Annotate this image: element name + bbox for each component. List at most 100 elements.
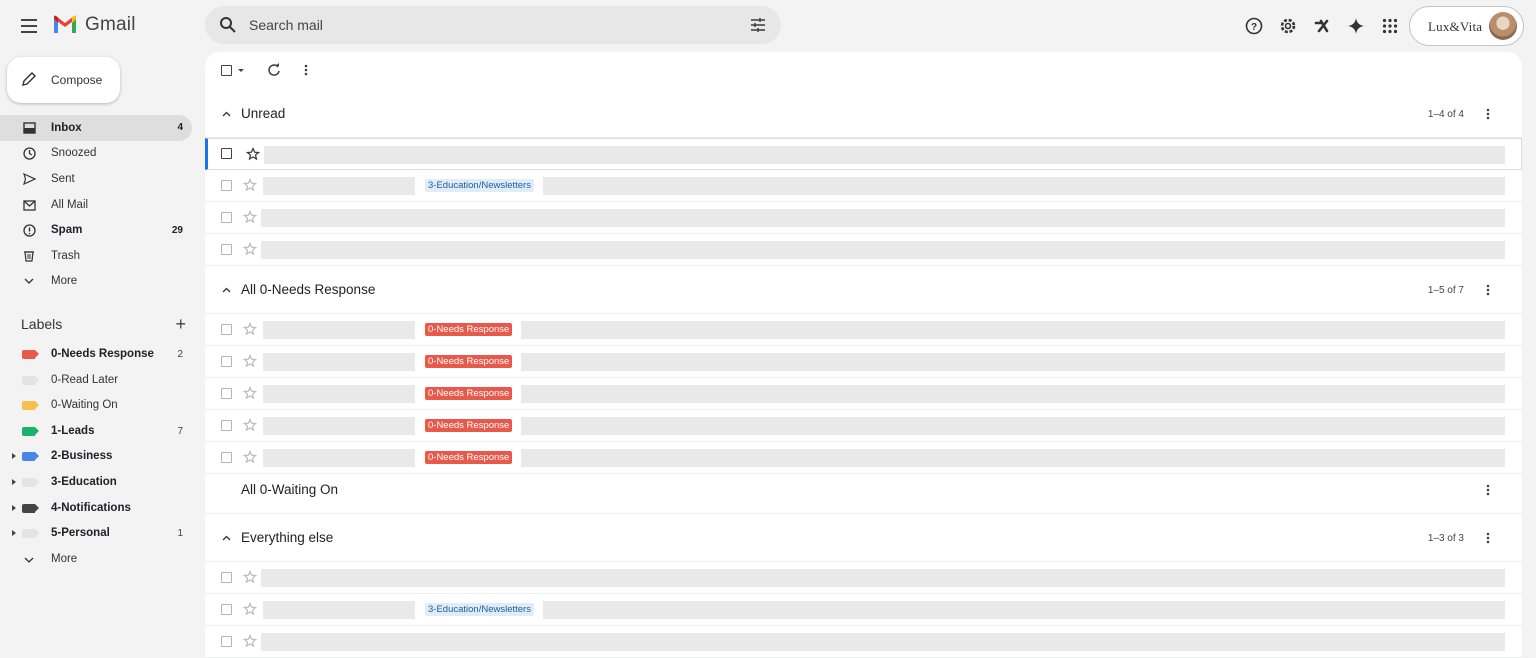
table-row[interactable]: 0-Needs Response [205, 378, 1522, 410]
label-chip[interactable]: 0-Needs Response [425, 387, 513, 400]
star-icon[interactable] [243, 210, 257, 224]
nav-item-label: Sent [51, 172, 75, 185]
labels-list: 0-Needs Response 2 0-Read Later 0-Waiting O… [0, 342, 192, 572]
label-item[interactable]: 0-Waiting On [0, 393, 192, 419]
section-header[interactable]: Everything else 1–3 of 3 [205, 514, 1522, 562]
section-options-icon[interactable] [1481, 531, 1495, 545]
star-icon[interactable] [243, 354, 257, 368]
subject-placeholder [521, 353, 1505, 371]
select-dropdown-icon[interactable] [238, 69, 244, 72]
row-checkbox[interactable] [221, 420, 232, 431]
label-tag-icon [22, 503, 39, 513]
section-header[interactable]: All 0-Waiting On [205, 466, 1522, 514]
search-input[interactable] [249, 15, 729, 35]
star-icon[interactable] [243, 322, 257, 336]
table-row[interactable] [205, 234, 1522, 266]
chevron-down-icon [22, 275, 36, 289]
table-row[interactable] [205, 562, 1522, 594]
settings-icon[interactable] [1276, 14, 1300, 38]
more-options-icon[interactable] [299, 63, 313, 77]
main-menu-button[interactable] [17, 14, 41, 38]
table-row[interactable]: 0-Needs Response [205, 314, 1522, 346]
search-icon[interactable] [219, 16, 237, 34]
nav-item-spam[interactable]: Spam 29 [0, 217, 192, 243]
google-apps-icon[interactable] [1378, 14, 1402, 38]
nav-item-more[interactable]: More [0, 269, 192, 295]
label-chip[interactable]: 3-Education/Newsletters [425, 179, 534, 192]
expand-arrow-icon[interactable] [12, 504, 16, 511]
row-checkbox[interactable] [221, 356, 232, 367]
compose-button[interactable]: Compose [7, 57, 120, 103]
section-options-icon[interactable] [1481, 483, 1495, 497]
nav-item-all-mail[interactable]: All Mail [0, 192, 192, 218]
row-checkbox[interactable] [221, 572, 232, 583]
star-icon[interactable] [243, 450, 257, 464]
label-chip[interactable]: 0-Needs Response [425, 419, 513, 432]
section-header[interactable]: Unread 1–4 of 4 [205, 90, 1522, 138]
table-row[interactable]: 3-Education/Newsletters [205, 170, 1522, 202]
collapse-chevron-icon[interactable] [222, 287, 231, 293]
add-label-button[interactable]: + [175, 314, 186, 335]
row-checkbox[interactable] [221, 212, 232, 223]
star-icon[interactable] [243, 634, 257, 648]
label-item[interactable]: 5-Personal 1 [0, 521, 192, 547]
chevron-down-icon [24, 555, 34, 567]
label-item[interactable]: 0-Read Later [0, 368, 192, 394]
gmail-logo[interactable]: Gmail [52, 14, 136, 36]
search-options-icon[interactable] [749, 16, 767, 34]
nav-item-snoozed[interactable]: Snoozed [0, 141, 192, 167]
section-header[interactable]: All 0-Needs Response 1–5 of 7 [205, 266, 1522, 314]
star-icon[interactable] [243, 178, 257, 192]
star-icon[interactable] [243, 570, 257, 584]
label-tag-icon [22, 375, 39, 385]
label-item[interactable]: 4-Notifications [0, 496, 192, 522]
star-icon[interactable] [243, 602, 257, 616]
label-chip[interactable]: 0-Needs Response [425, 323, 513, 336]
row-checkbox[interactable] [221, 604, 232, 615]
nav-item-inbox[interactable]: Inbox 4 [0, 115, 192, 141]
label-item[interactable]: 2-Business [0, 444, 192, 470]
section-options-icon[interactable] [1481, 107, 1495, 121]
label-item[interactable]: 3-Education [0, 470, 192, 496]
refresh-icon[interactable] [267, 63, 281, 77]
label-name: 0-Needs Response [51, 348, 154, 360]
label-item[interactable]: 1-Leads 7 [0, 419, 192, 445]
label-chip[interactable]: 0-Needs Response [425, 355, 513, 368]
account-button[interactable]: Lux&Vita [1409, 6, 1524, 46]
table-row[interactable]: 0-Needs Response [205, 410, 1522, 442]
apps-script-icon[interactable] [1310, 14, 1334, 38]
table-row[interactable]: 0-Needs Response [205, 346, 1522, 378]
nav-item-label: Trash [51, 249, 80, 262]
label-chip[interactable]: 0-Needs Response [425, 451, 513, 464]
expand-arrow-icon[interactable] [12, 530, 16, 537]
table-row[interactable] [205, 138, 1522, 170]
table-row[interactable] [205, 626, 1522, 658]
row-checkbox[interactable] [221, 636, 232, 647]
collapse-chevron-icon[interactable] [222, 535, 231, 541]
subject-placeholder [543, 177, 1505, 195]
star-icon[interactable] [243, 386, 257, 400]
star-icon[interactable] [243, 242, 257, 256]
row-checkbox[interactable] [221, 148, 232, 159]
table-row[interactable] [205, 202, 1522, 234]
nav-item-sent[interactable]: Sent [0, 166, 192, 192]
gemini-icon[interactable] [1344, 14, 1368, 38]
label-item[interactable]: 0-Needs Response 2 [0, 342, 192, 368]
expand-arrow-icon[interactable] [12, 453, 16, 460]
star-icon[interactable] [243, 418, 257, 432]
expand-arrow-icon[interactable] [12, 478, 16, 485]
row-checkbox[interactable] [221, 180, 232, 191]
help-icon[interactable]: ? [1242, 14, 1266, 38]
row-checkbox[interactable] [221, 324, 232, 335]
star-icon[interactable] [246, 147, 260, 161]
row-checkbox[interactable] [221, 388, 232, 399]
row-checkbox[interactable] [221, 452, 232, 463]
labels-more-button[interactable]: More [0, 547, 192, 573]
label-chip[interactable]: 3-Education/Newsletters [425, 603, 534, 616]
nav-item-trash[interactable]: Trash [0, 243, 192, 269]
section-options-icon[interactable] [1481, 283, 1495, 297]
row-checkbox[interactable] [221, 244, 232, 255]
table-row[interactable]: 3-Education/Newsletters [205, 594, 1522, 626]
select-all-checkbox[interactable] [221, 65, 232, 76]
collapse-chevron-icon[interactable] [222, 111, 231, 117]
